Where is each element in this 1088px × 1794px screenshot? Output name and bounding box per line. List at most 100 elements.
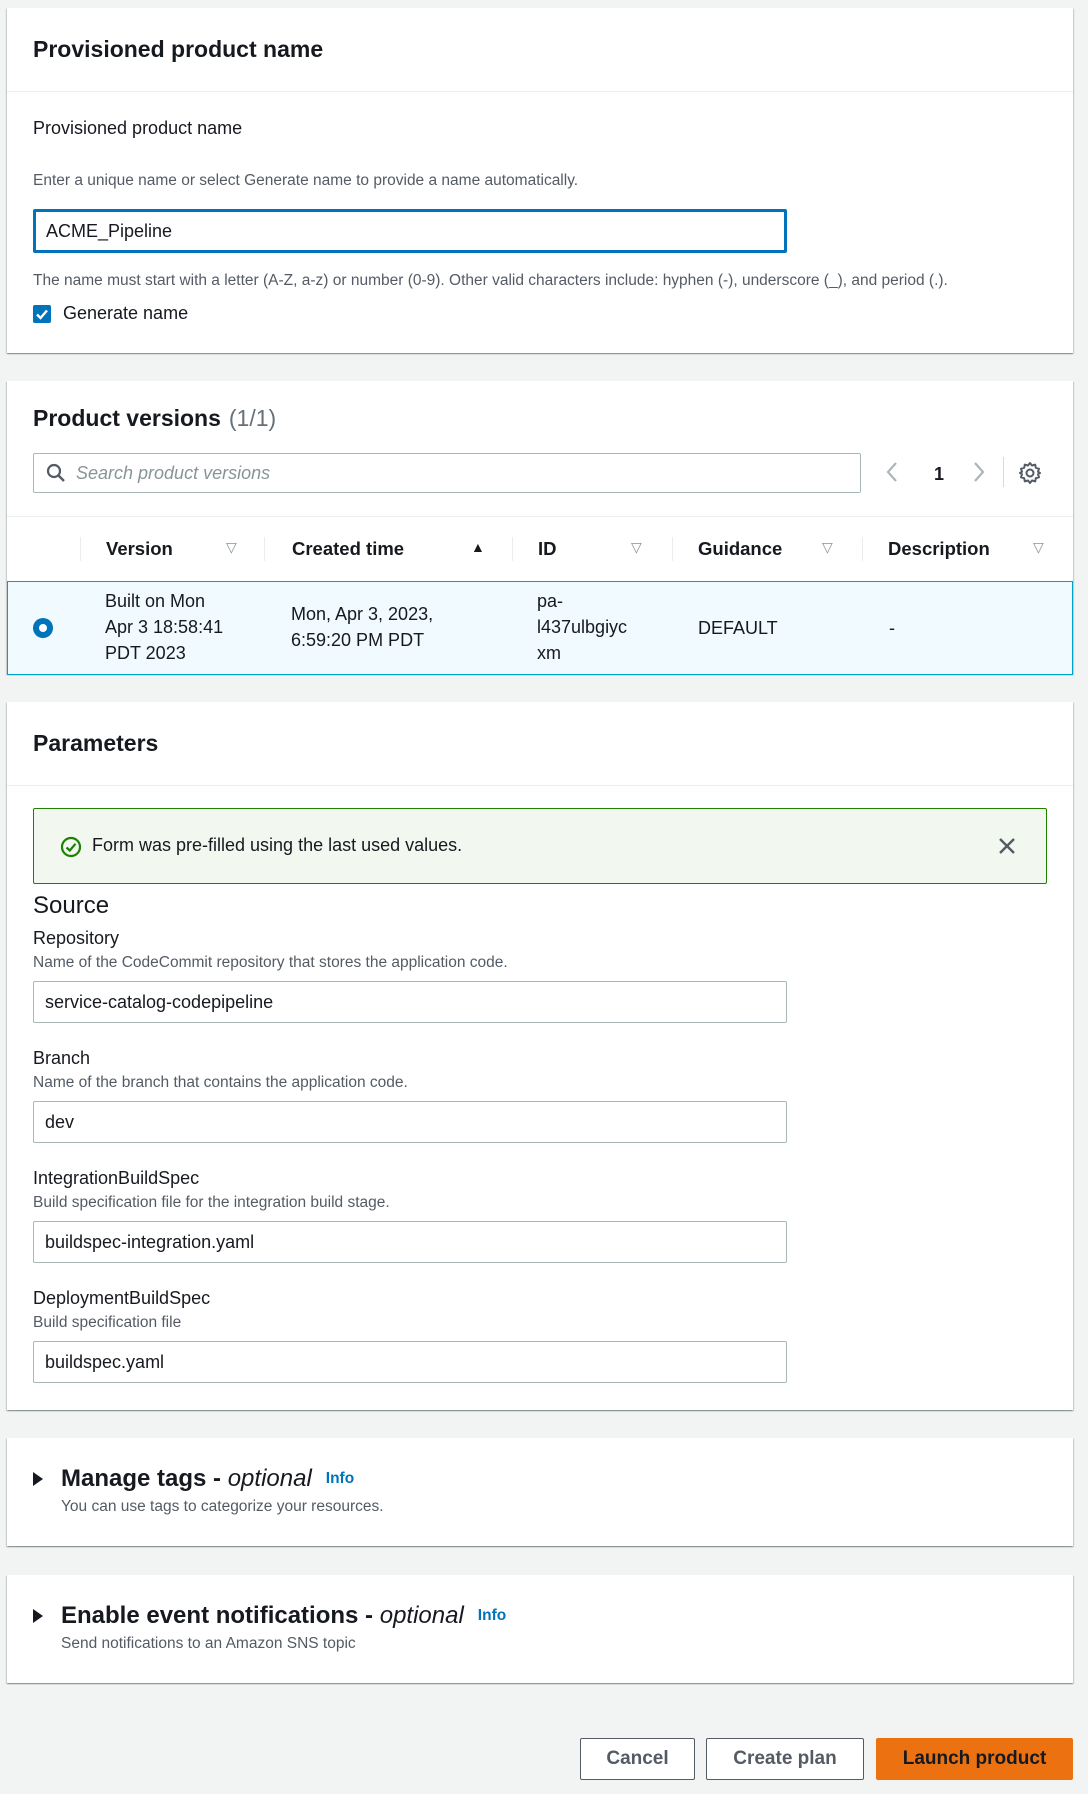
column-header-id[interactable]: ID: [538, 517, 618, 581]
panel-header: Parameters: [7, 702, 1073, 786]
optional-label: optional: [227, 1465, 312, 1492]
caret-right-icon: [33, 1472, 43, 1486]
integration-buildspec-description: Build specification file for the integra…: [33, 1194, 390, 1211]
id-line: l437ulbgiyc: [537, 617, 628, 637]
column-divider: [264, 537, 265, 561]
product-versions-panel: Product versions (1/1) Search product ve…: [7, 381, 1073, 675]
caret-right-icon: [33, 1609, 43, 1623]
panel-header: Provisioned product name: [7, 8, 1073, 92]
prev-page-button[interactable]: [885, 461, 899, 488]
sort-icon[interactable]: ▽: [1033, 539, 1044, 556]
versions-title: Product versions: [33, 405, 221, 431]
column-divider: [862, 537, 863, 561]
settings-button[interactable]: [1018, 461, 1042, 490]
pagination-divider: [1003, 457, 1004, 487]
column-header-guidance[interactable]: Guidance: [698, 517, 818, 581]
flash-text: Form was pre-filled using the last used …: [92, 835, 463, 855]
chevron-left-icon: [886, 462, 897, 482]
column-header-version[interactable]: Version: [106, 517, 266, 581]
sort-icon[interactable]: ▽: [631, 539, 642, 556]
guidance-cell: DEFAULT: [698, 618, 778, 638]
column-header-created-time[interactable]: Created time: [292, 517, 472, 581]
column-header-label: Version: [106, 538, 173, 559]
generate-name-checkbox-row[interactable]: Generate name: [33, 303, 188, 324]
manage-tags-panel: Manage tags - optional Info You can use …: [7, 1438, 1073, 1546]
id-line: pa-: [537, 591, 564, 611]
sort-icon[interactable]: ▽: [226, 539, 237, 556]
version-cell: Built on Mon Apr 3 18:58:41 PDT 2023: [105, 588, 223, 666]
sort-icon[interactable]: ▽: [822, 539, 833, 556]
product-name-value: ACME_Pipeline: [46, 220, 173, 241]
repository-label: Repository: [33, 928, 120, 948]
close-icon[interactable]: [997, 836, 1017, 856]
deployment-buildspec-input[interactable]: buildspec.yaml: [33, 1341, 787, 1383]
product-name-input[interactable]: ACME_Pipeline: [33, 209, 787, 253]
section-title: Provisioned product name: [33, 36, 324, 62]
integration-buildspec-value: buildspec-integration.yaml: [45, 1231, 255, 1252]
manage-tags-title-text: Manage tags -: [61, 1465, 228, 1492]
version-line: Apr 3 18:58:41: [105, 617, 224, 637]
column-divider: [80, 537, 81, 561]
cancel-button[interactable]: Cancel: [580, 1738, 695, 1780]
versions-table: Version ▽ Created time ▲ ID ▽ Guidance ▽…: [7, 516, 1073, 675]
deployment-buildspec-value: buildspec.yaml: [45, 1351, 165, 1372]
branch-value: dev: [45, 1111, 75, 1132]
search-icon: [46, 463, 65, 482]
generate-name-checkbox[interactable]: [33, 304, 51, 323]
manage-tags-toggle[interactable]: Manage tags - optional Info: [33, 1465, 354, 1493]
integration-buildspec-input[interactable]: buildspec-integration.yaml: [33, 1221, 787, 1263]
section-title: Parameters: [33, 730, 159, 756]
repository-input[interactable]: service-catalog-codepipeline: [33, 981, 787, 1023]
success-icon: [60, 836, 82, 858]
column-header-label: Created time: [292, 538, 405, 559]
gear-icon: [1019, 462, 1041, 484]
deployment-buildspec-description: Build specification file: [33, 1314, 182, 1331]
integration-buildspec-label: IntegrationBuildSpec: [33, 1168, 200, 1188]
success-flash-message: Form was pre-filled using the last used …: [33, 808, 1047, 884]
manage-tags-title: Manage tags - optional: [61, 1465, 312, 1493]
row-radio-button[interactable]: [33, 618, 53, 638]
branch-description: Name of the branch that contains the app…: [33, 1074, 408, 1091]
search-placeholder: Search product versions: [76, 462, 271, 483]
sort-ascending-icon[interactable]: ▲: [471, 539, 485, 555]
provisioned-product-panel: Provisioned product name Provisioned pro…: [7, 8, 1073, 353]
event-notifications-panel: Enable event notifications - optional In…: [7, 1575, 1073, 1683]
created-line: Mon, Apr 3, 2023,: [291, 604, 434, 624]
version-line: PDT 2023: [105, 643, 186, 663]
page-number[interactable]: 1: [934, 464, 944, 485]
field-label: Provisioned product name: [33, 118, 243, 138]
id-line: xm: [537, 643, 561, 663]
parameters-panel: Parameters Form was pre-filled using the…: [7, 702, 1073, 1410]
id-cell: pa- l437ulbgiyc xm: [537, 588, 627, 666]
create-plan-button[interactable]: Create plan: [706, 1738, 864, 1780]
next-page-button[interactable]: [972, 461, 986, 488]
event-notifications-toggle[interactable]: Enable event notifications - optional In…: [33, 1602, 506, 1630]
column-header-description[interactable]: Description: [888, 517, 1028, 581]
chevron-right-icon: [974, 462, 985, 482]
column-header-label: ID: [538, 538, 557, 559]
branch-input[interactable]: dev: [33, 1101, 787, 1143]
event-notifications-description: Send notifications to an Amazon SNS topi…: [61, 1635, 356, 1652]
info-link[interactable]: Info: [478, 1607, 506, 1625]
event-notifications-title-text: Enable event notifications -: [61, 1602, 380, 1629]
table-row[interactable]: Built on Mon Apr 3 18:58:41 PDT 2023 Mon…: [7, 581, 1073, 675]
checkmark-icon: [36, 309, 48, 320]
created-time-cell: Mon, Apr 3, 2023, 6:59:20 PM PDT: [291, 601, 433, 653]
repository-description: Name of the CodeCommit repository that s…: [33, 954, 508, 971]
column-header-label: Description: [888, 538, 990, 559]
field-description: Enter a unique name or select Generate n…: [33, 172, 579, 189]
constraint-text: The name must start with a letter (A-Z, …: [33, 272, 948, 289]
created-line: 6:59:20 PM PDT: [291, 630, 425, 650]
group-title: Source: [33, 892, 110, 919]
radio-selected-dot: [39, 624, 47, 632]
column-divider: [672, 537, 673, 561]
column-divider: [512, 537, 513, 561]
manage-tags-description: You can use tags to categorize your reso…: [61, 1498, 384, 1515]
optional-label: optional: [379, 1602, 464, 1629]
search-input[interactable]: Search product versions: [33, 453, 861, 493]
launch-product-button[interactable]: Launch product: [876, 1738, 1073, 1780]
branch-label: Branch: [33, 1048, 91, 1068]
versions-count: (1/1): [228, 405, 277, 431]
info-link[interactable]: Info: [326, 1470, 354, 1488]
repository-value: service-catalog-codepipeline: [45, 991, 274, 1012]
